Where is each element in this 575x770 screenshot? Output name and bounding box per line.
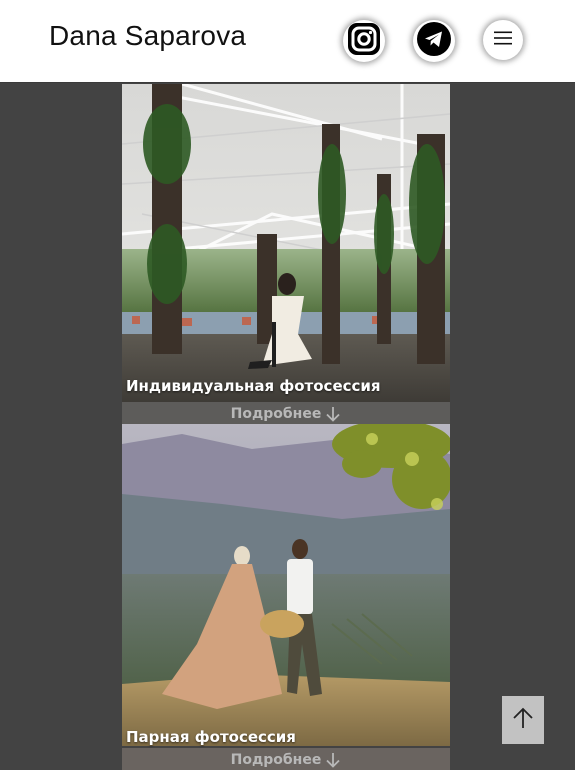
more-link[interactable]: Подробнее — [122, 402, 450, 424]
more-link-label: Подробнее — [230, 752, 322, 768]
site-title[interactable]: Dana Saparova — [49, 20, 246, 52]
couple-photoshoot-image — [122, 424, 450, 746]
scroll-to-top-button[interactable] — [502, 696, 544, 744]
arrow-down-icon — [325, 752, 341, 768]
service-card-individual[interactable]: Индивидуальная фотосессия Подробнее — [122, 84, 450, 424]
menu-button[interactable] — [483, 20, 523, 60]
individual-photoshoot-image — [122, 84, 450, 402]
instagram-icon — [344, 19, 384, 64]
menu-icon — [493, 30, 513, 51]
card-caption: Парная фотосессия — [126, 728, 296, 746]
card-caption: Индивидуальная фотосессия — [126, 377, 381, 395]
arrow-up-icon — [511, 706, 535, 735]
site-header: Dana Saparova — [0, 0, 575, 83]
more-link[interactable]: Подробнее — [122, 748, 450, 770]
telegram-button[interactable] — [413, 20, 455, 62]
more-link-label: Подробнее — [230, 406, 322, 422]
service-card-couple[interactable]: Парная фотосессия Подробнее — [122, 424, 450, 770]
arrow-down-icon — [325, 406, 341, 422]
telegram-icon — [414, 19, 454, 64]
instagram-button[interactable] — [343, 20, 385, 62]
